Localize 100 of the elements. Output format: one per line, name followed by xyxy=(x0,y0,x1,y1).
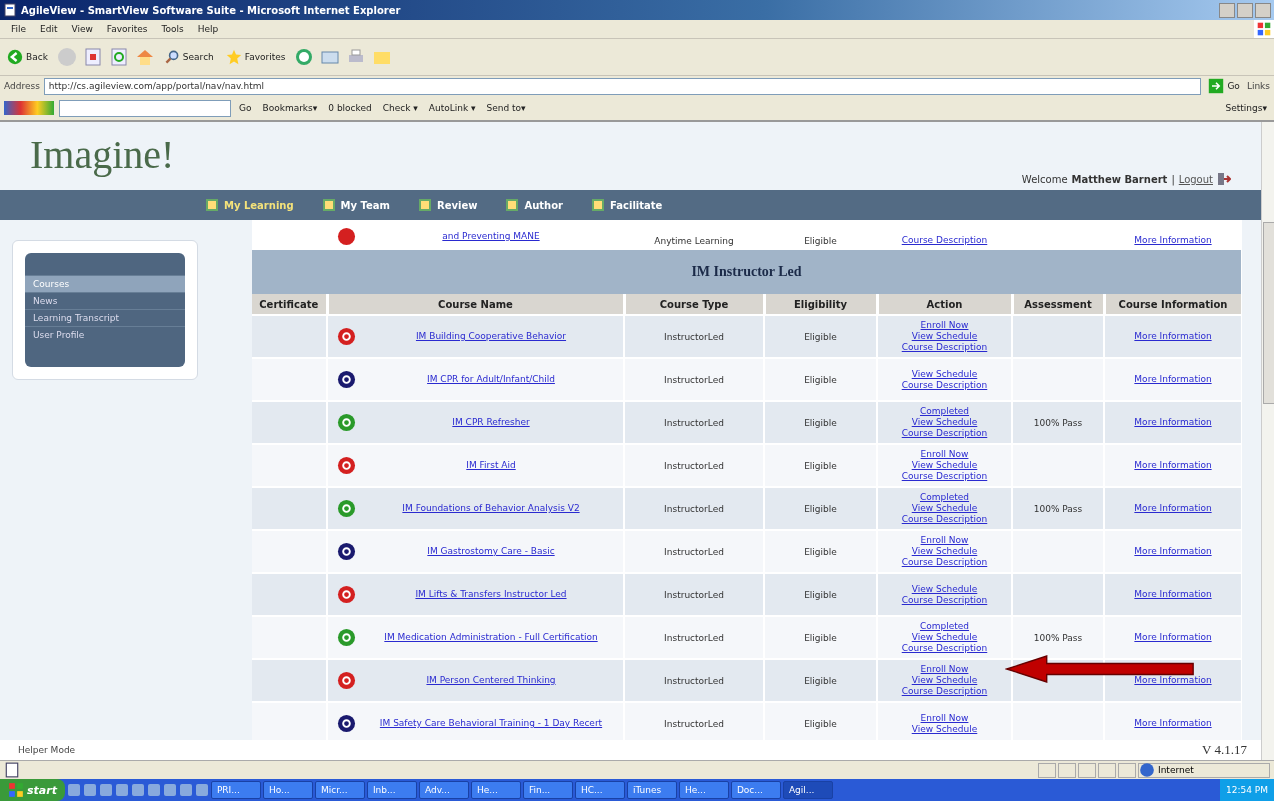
action-link[interactable]: View Schedule xyxy=(911,675,978,686)
nav-tab[interactable]: Facilitate xyxy=(591,198,663,212)
nav-tab[interactable]: My Learning xyxy=(205,198,294,212)
maximize-button[interactable] xyxy=(1237,2,1253,18)
action-link[interactable]: Course Description xyxy=(901,594,988,606)
links-button[interactable]: Links xyxy=(1246,81,1270,91)
go-button[interactable]: Go xyxy=(1205,78,1243,94)
more-information-link[interactable]: More Information xyxy=(1134,718,1212,728)
action-link[interactable]: View Schedule xyxy=(911,368,978,380)
taskbar-button[interactable]: He... xyxy=(470,781,521,799)
nav-tab-icon xyxy=(591,198,606,212)
more-information-link[interactable]: More Information xyxy=(1134,503,1212,513)
back-button[interactable]: Back xyxy=(4,49,51,65)
action-link[interactable]: Completed xyxy=(919,406,970,417)
google-go-button[interactable]: Go xyxy=(236,103,255,113)
sidebar-item[interactable]: Learning Transcript xyxy=(25,309,185,326)
quick-launch-icon[interactable] xyxy=(162,783,177,797)
action-link[interactable]: Enroll Now xyxy=(920,712,969,724)
action-link[interactable]: Course Description xyxy=(901,686,988,697)
minimize-button[interactable] xyxy=(1219,2,1235,18)
google-toolbar-button[interactable]: 0 blocked xyxy=(325,103,375,113)
quick-launch-icon[interactable] xyxy=(114,783,129,797)
action-link[interactable]: Course Description xyxy=(901,379,988,391)
nav-tab[interactable]: Author xyxy=(505,198,564,212)
taskbar-button[interactable]: iTunes xyxy=(626,781,677,799)
action-link[interactable]: Course Description xyxy=(901,235,988,246)
action-link[interactable]: Enroll Now xyxy=(920,535,969,546)
quick-launch-icon[interactable] xyxy=(66,783,81,797)
quick-launch-icon[interactable] xyxy=(194,783,209,797)
action-link[interactable]: Completed xyxy=(919,621,970,632)
more-information-link[interactable]: More Information xyxy=(1134,589,1212,599)
more-information-link[interactable]: More Information xyxy=(1134,675,1212,685)
action-link[interactable]: View Schedule xyxy=(911,503,978,514)
taskbar-button[interactable]: Fin... xyxy=(522,781,573,799)
menu-item[interactable]: View xyxy=(66,24,98,34)
quick-launch-icon[interactable] xyxy=(82,783,97,797)
taskbar-button[interactable]: PRI... xyxy=(210,781,261,799)
course-link[interactable]: and Preventing MANE xyxy=(362,231,620,242)
action-link[interactable]: View Schedule xyxy=(911,460,978,471)
quick-launch-icon[interactable] xyxy=(130,783,145,797)
google-toolbar-button[interactable]: Bookmarks▾ xyxy=(259,103,321,113)
menu-item[interactable]: Tools xyxy=(156,24,189,34)
nav-tab[interactable]: Review xyxy=(418,198,478,212)
close-button[interactable] xyxy=(1255,2,1271,18)
action-link[interactable]: Completed xyxy=(919,492,970,503)
google-search-field[interactable] xyxy=(59,99,231,117)
action-link[interactable]: Enroll Now xyxy=(920,320,969,331)
start-button[interactable]: start xyxy=(0,779,65,801)
action-link[interactable]: View Schedule xyxy=(911,583,978,595)
action-link[interactable]: Enroll Now xyxy=(920,449,969,460)
settings-button[interactable]: Settings▾ xyxy=(1222,103,1270,113)
taskbar-button[interactable]: He... xyxy=(678,781,729,799)
taskbar-button[interactable]: Doc... xyxy=(730,781,781,799)
more-information-link[interactable]: More Information xyxy=(1134,331,1212,341)
action-link[interactable]: Course Description xyxy=(901,428,988,439)
action-link[interactable]: Course Description xyxy=(901,342,988,353)
taskbar-button[interactable]: Inb... xyxy=(366,781,417,799)
action-link[interactable]: Course Description xyxy=(901,471,988,482)
action-link[interactable]: Course Description xyxy=(901,557,988,568)
menu-item[interactable]: File xyxy=(6,24,32,34)
table-cell: Eligible xyxy=(764,659,877,702)
action-link[interactable]: View Schedule xyxy=(911,546,978,557)
search-button[interactable]: Search xyxy=(160,49,217,65)
action-link[interactable]: View Schedule xyxy=(911,723,978,735)
more-information-link[interactable]: More Information xyxy=(1134,632,1212,642)
more-information-link[interactable]: More Information xyxy=(1134,460,1212,470)
logout-icon[interactable] xyxy=(1217,172,1231,186)
action-link[interactable]: Enroll Now xyxy=(920,664,969,675)
more-information-link[interactable]: More Information xyxy=(1134,235,1212,245)
action-link[interactable]: View Schedule xyxy=(911,632,978,643)
action-link[interactable]: Course Description xyxy=(901,643,988,654)
taskbar-button[interactable]: Ho... xyxy=(262,781,313,799)
taskbar-button[interactable]: Micr... xyxy=(314,781,365,799)
menu-item[interactable]: Help xyxy=(192,24,224,34)
more-information-link[interactable]: More Information xyxy=(1134,374,1212,384)
logout-link[interactable]: Logout xyxy=(1178,173,1213,185)
google-toolbar-button[interactable]: AutoLink ▾ xyxy=(425,103,479,113)
quick-launch-icon[interactable] xyxy=(98,783,113,797)
nav-tab-icon xyxy=(321,198,336,212)
favorites-button[interactable]: Favorites xyxy=(222,49,289,65)
taskbar-button[interactable]: HC... xyxy=(574,781,625,799)
taskbar-button[interactable]: Adv... xyxy=(418,781,469,799)
quick-launch-icon[interactable] xyxy=(146,783,161,797)
more-information-link[interactable]: More Information xyxy=(1134,417,1212,427)
menu-item[interactable]: Favorites xyxy=(101,24,153,34)
quick-launch-icon[interactable] xyxy=(178,783,193,797)
action-link[interactable]: Course Description xyxy=(901,514,988,525)
more-information-link[interactable]: More Information xyxy=(1134,546,1212,556)
action-link[interactable]: View Schedule xyxy=(911,331,978,342)
address-field[interactable]: http://cs.agileview.com/app/portal/nav/nav.html xyxy=(43,77,1202,95)
google-toolbar-button[interactable]: Check ▾ xyxy=(379,103,421,113)
menu-item[interactable]: Edit xyxy=(35,24,63,34)
taskbar-button[interactable]: Agil... xyxy=(782,781,833,799)
scrollbar[interactable] xyxy=(1261,122,1274,760)
nav-tab[interactable]: My Team xyxy=(321,198,390,212)
google-toolbar-button[interactable]: Send to▾ xyxy=(483,103,529,113)
refresh-icon[interactable] xyxy=(108,47,129,67)
status-pane xyxy=(1078,762,1096,778)
action-link[interactable]: View Schedule xyxy=(911,417,978,428)
stop-icon[interactable] xyxy=(82,47,103,67)
